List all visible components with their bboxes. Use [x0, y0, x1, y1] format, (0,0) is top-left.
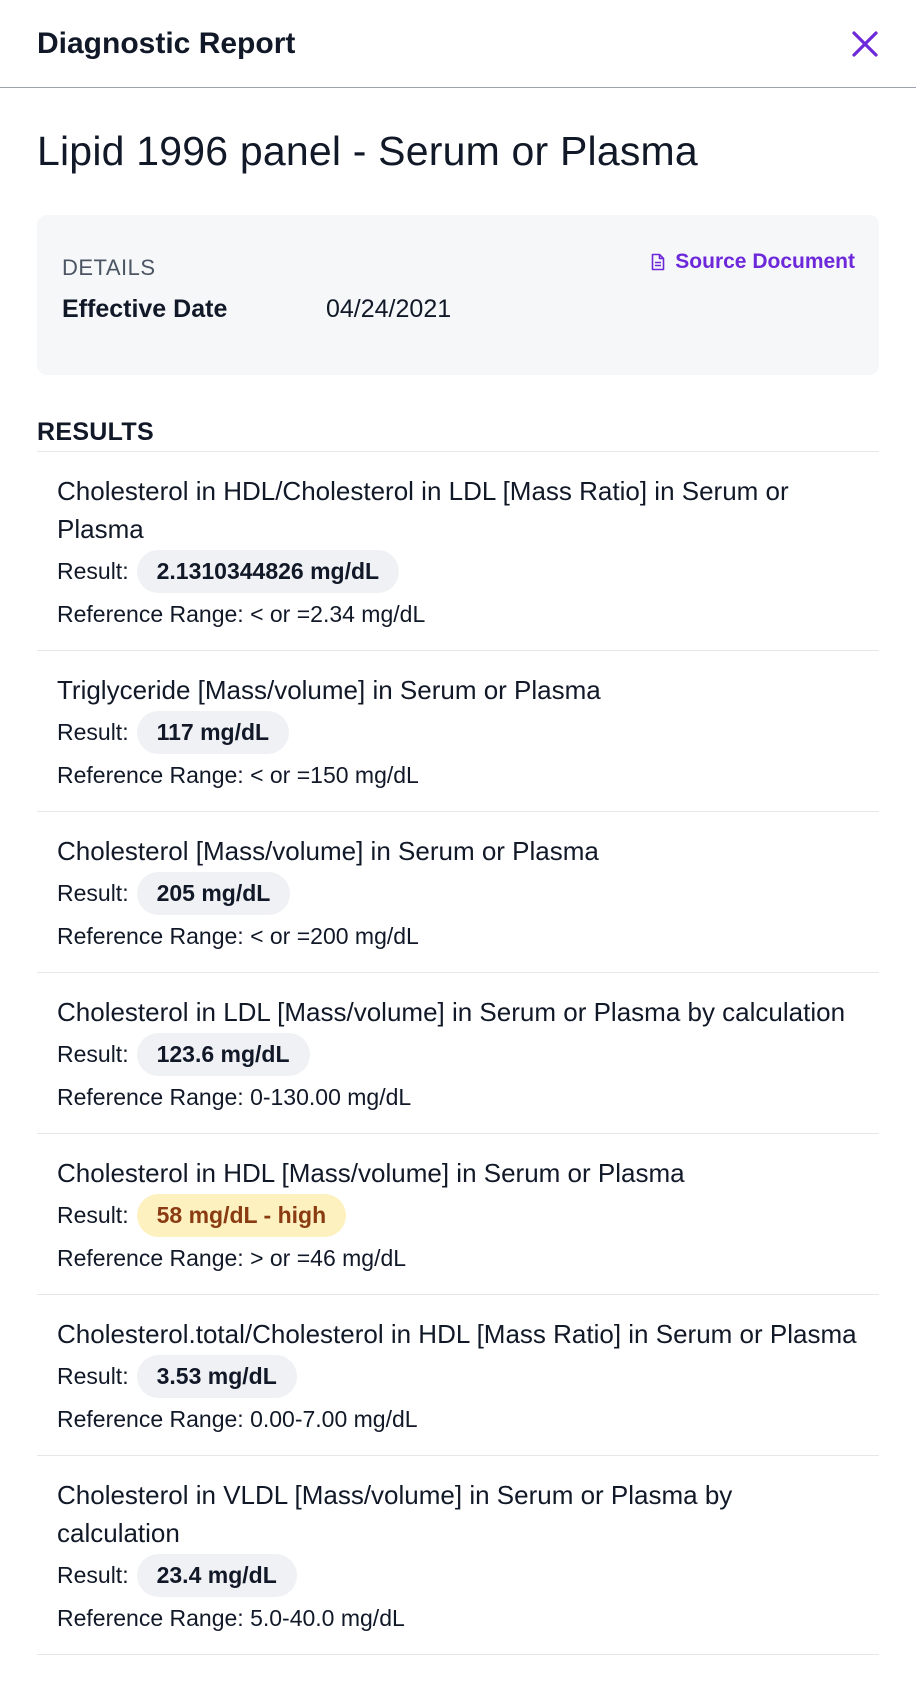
result-row: Result: 23.4 mg/dL — [57, 1554, 859, 1597]
effective-date-value: 04/24/2021 — [326, 295, 452, 323]
effective-date-row: Effective Date 04/24/2021 — [62, 295, 854, 324]
result-value-badge: 3.53 mg/dL — [136, 1355, 297, 1398]
result-name: Cholesterol in LDL [Mass/volume] in Seru… — [57, 997, 846, 1027]
result-label: Result: — [57, 719, 129, 745]
reference-range: Reference Range: < or =200 mg/dL — [57, 923, 419, 949]
results-list: Cholesterol in HDL/Cholesterol in LDL [M… — [37, 451, 879, 1655]
reference-range: Reference Range: 5.0-40.0 mg/dL — [57, 1605, 405, 1631]
result-value-badge: 23.4 mg/dL — [136, 1554, 297, 1597]
page-title: Lipid 1996 panel - Serum or Plasma — [37, 128, 698, 174]
close-icon — [852, 30, 878, 57]
result-row: Result: 123.6 mg/dL — [57, 1033, 859, 1076]
result-name: Cholesterol in HDL [Mass/volume] in Seru… — [57, 1158, 685, 1188]
result-row: Result: 3.53 mg/dL — [57, 1355, 859, 1398]
result-value-badge: 117 mg/dL — [136, 711, 290, 754]
modal-title: Diagnostic Report — [37, 26, 296, 60]
source-document-link[interactable]: Source Document — [651, 250, 855, 274]
result-item: Cholesterol in LDL [Mass/volume] in Seru… — [37, 973, 879, 1134]
close-button[interactable] — [847, 26, 883, 62]
result-label: Result: — [57, 1041, 129, 1067]
result-value-badge: 2.1310344826 mg/dL — [136, 550, 400, 593]
details-card: DETAILS Effective Date 04/24/2021 Source… — [37, 215, 879, 375]
result-name: Cholesterol in HDL/Cholesterol in LDL [M… — [57, 476, 789, 544]
result-value-badge: 123.6 mg/dL — [136, 1033, 310, 1076]
reference-range: Reference Range: > or =46 mg/dL — [57, 1245, 407, 1271]
result-name: Cholesterol [Mass/volume] in Serum or Pl… — [57, 836, 599, 866]
reference-range: Reference Range: 0-130.00 mg/dL — [57, 1084, 412, 1110]
results-section-label: RESULTS — [37, 418, 154, 446]
result-name: Triglyceride [Mass/volume] in Serum or P… — [57, 675, 601, 705]
result-label: Result: — [57, 1363, 129, 1389]
result-label: Result: — [57, 1562, 129, 1588]
reference-range: Reference Range: 0.00-7.00 mg/dL — [57, 1406, 418, 1432]
effective-date-label: Effective Date — [62, 295, 228, 323]
result-row: Result: 205 mg/dL — [57, 872, 859, 915]
result-row: Result: 58 mg/dL - high — [57, 1194, 859, 1237]
reference-range: Reference Range: < or =2.34 mg/dL — [57, 601, 426, 627]
result-value-badge: 205 mg/dL — [136, 872, 291, 915]
result-item: Cholesterol in VLDL [Mass/volume] in Ser… — [37, 1456, 879, 1655]
modal-header: Diagnostic Report — [0, 0, 916, 88]
result-label: Result: — [57, 1202, 129, 1228]
result-row: Result: 117 mg/dL — [57, 711, 859, 754]
source-document-label: Source Document — [675, 250, 855, 273]
result-item: Cholesterol in HDL/Cholesterol in LDL [M… — [37, 452, 879, 651]
result-name: Cholesterol.total/Cholesterol in HDL [Ma… — [57, 1319, 857, 1349]
result-item: Cholesterol.total/Cholesterol in HDL [Ma… — [37, 1295, 879, 1456]
result-label: Result: — [57, 880, 129, 906]
document-icon — [651, 253, 665, 271]
result-item: Triglyceride [Mass/volume] in Serum or P… — [37, 651, 879, 812]
report-content: Lipid 1996 panel - Serum or Plasma DETAI… — [0, 128, 916, 1655]
result-value-badge-high: 58 mg/dL - high — [136, 1194, 347, 1237]
result-row: Result: 2.1310344826 mg/dL — [57, 550, 859, 593]
result-label: Result: — [57, 558, 129, 584]
result-item: Cholesterol [Mass/volume] in Serum or Pl… — [37, 812, 879, 973]
result-name: Cholesterol in VLDL [Mass/volume] in Ser… — [57, 1480, 733, 1548]
result-item: Cholesterol in HDL [Mass/volume] in Seru… — [37, 1134, 879, 1295]
reference-range: Reference Range: < or =150 mg/dL — [57, 762, 419, 788]
